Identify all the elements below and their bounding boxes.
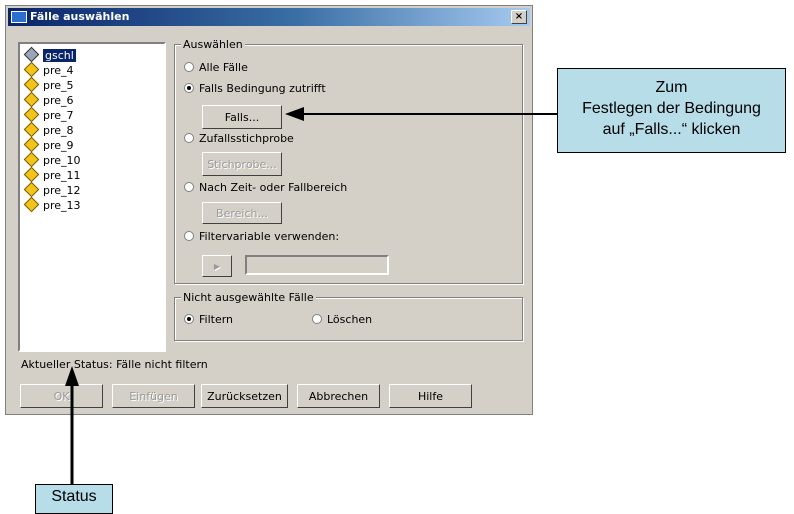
callout-arrows (65, 107, 557, 484)
status-arrow (65, 366, 79, 484)
falls-arrow (285, 107, 557, 121)
